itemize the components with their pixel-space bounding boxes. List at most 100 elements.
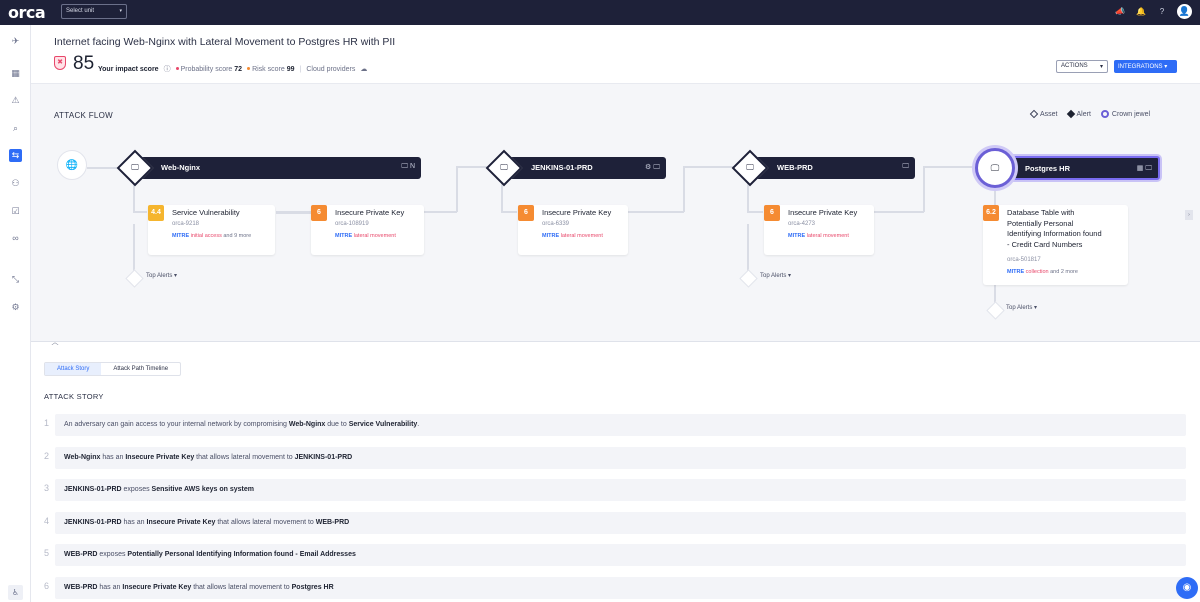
story-text: due to bbox=[325, 421, 349, 428]
story-text: that allows lateral movement to bbox=[191, 583, 292, 591]
asset-icons: ▦ 🖵 bbox=[1136, 165, 1152, 172]
monitor-icon: 🖵 bbox=[500, 163, 508, 172]
mitre-tag: MITRE bbox=[788, 233, 806, 239]
story-entity: Potentially Personal Identifying Informa… bbox=[127, 551, 356, 558]
unit-select[interactable]: Select unit ▾ bbox=[61, 4, 127, 19]
alert-id: orca-6339 bbox=[542, 221, 570, 227]
asset-diamond-icon bbox=[1029, 109, 1039, 119]
alert-tags: MITRE lateral movement bbox=[788, 233, 849, 239]
more-link[interactable]: and 2 more bbox=[1050, 269, 1078, 275]
story-text: exposes bbox=[97, 551, 128, 558]
alert-card[interactable]: 6.2 Database Table with Potentially Pers… bbox=[983, 205, 1128, 285]
story-step-number: 5 bbox=[44, 548, 50, 558]
top-alerts-dropdown[interactable]: Top Alerts ▾ bbox=[1006, 304, 1037, 311]
integrations-button[interactable]: INTEGRATIONS ▾ bbox=[1114, 60, 1177, 73]
legend-asset: Asset bbox=[1029, 109, 1058, 119]
story-entity: Insecure Private Key bbox=[125, 453, 195, 461]
top-alerts-dropdown[interactable]: Top Alerts ▾ bbox=[146, 272, 177, 279]
story-entity: JENKINS-01-PRD bbox=[64, 486, 122, 493]
connector bbox=[747, 211, 763, 213]
story-step-number: 1 bbox=[44, 418, 50, 428]
bell-icon[interactable]: 🔔 bbox=[1135, 7, 1147, 16]
asset-web-prd[interactable]: WEB-PRD 🖵 bbox=[747, 157, 915, 179]
asset-web-nginx[interactable]: Web-Nginx 🖵 N bbox=[131, 157, 421, 179]
probability-score: Probability score 72 bbox=[175, 66, 242, 73]
asset-icons: 🖵 bbox=[902, 163, 909, 170]
probability-dot bbox=[175, 67, 179, 71]
chevron-right-icon[interactable]: › bbox=[1185, 210, 1193, 220]
asset-name: JENKINS-01-PRD bbox=[531, 163, 593, 172]
mitre-tag: MITRE bbox=[172, 233, 190, 239]
megaphone-icon[interactable]: 📣 bbox=[1114, 7, 1126, 16]
score-row: Your impact score ⓘ Probability score 72… bbox=[98, 64, 367, 74]
risk-score: Risk score 99 bbox=[247, 66, 295, 73]
search-icon[interactable]: ⌕ bbox=[9, 122, 22, 135]
story-entity: WEB-PRD bbox=[64, 583, 98, 591]
alert-card[interactable]: 6 Insecure Private Key orca-6339 MITRE l… bbox=[518, 205, 628, 255]
asset-jenkins-01-prd[interactable]: JENKINS-01-PRD ⚙ 🖵 bbox=[501, 157, 666, 179]
graph-icon[interactable]: ⚇ bbox=[9, 177, 22, 190]
compliance-icon[interactable]: ☑ bbox=[9, 205, 22, 218]
user-icon[interactable]: 👤 bbox=[1177, 4, 1192, 19]
top-icons: 📣 🔔 ? 👤 bbox=[1114, 4, 1192, 19]
help-chat-icon[interactable]: ◉ bbox=[1176, 577, 1198, 599]
list-item: 4 JENKINS-01-PRD has an Insecure Private … bbox=[44, 511, 1186, 534]
connector bbox=[923, 166, 925, 212]
attack-flow: ATTACK FLOW Asset Alert Crown jewel 🌐 We… bbox=[31, 84, 1200, 342]
asset-postgres-hr[interactable]: Postgres HR ▦ 🖵 bbox=[993, 156, 1160, 180]
tactic-tag[interactable]: lateral movement bbox=[561, 233, 603, 239]
story-entity: Postgres HR bbox=[291, 583, 334, 591]
story-text: that allows lateral movement to bbox=[194, 453, 295, 461]
connector bbox=[133, 224, 135, 272]
connector bbox=[683, 166, 685, 212]
rocket-icon[interactable]: ✈ bbox=[9, 35, 22, 48]
tactic-tag[interactable]: collection bbox=[1026, 269, 1049, 275]
tactic-tag[interactable]: initial access bbox=[191, 233, 222, 239]
story-text: has an bbox=[121, 518, 147, 526]
list-item: 1 An adversary can gain access to your in… bbox=[44, 414, 1186, 436]
alert-icon[interactable]: ⚠ bbox=[9, 94, 22, 107]
attack-path-icon[interactable]: ⇆ bbox=[9, 149, 22, 162]
info-icon[interactable]: ⓘ bbox=[164, 64, 171, 74]
glasses-icon[interactable]: ∞ bbox=[9, 232, 22, 245]
list-item: 5 WEB-PRD exposes Potentially Personal Id… bbox=[44, 544, 1186, 566]
asset-icons: 🖵 N bbox=[401, 163, 415, 170]
tactic-tag[interactable]: lateral movement bbox=[807, 233, 849, 239]
tab-bar: Attack Story Attack Path Timeline bbox=[44, 362, 182, 376]
internet-globe-icon[interactable]: 🌐 bbox=[57, 150, 87, 180]
tab-attack-path-timeline[interactable]: Attack Path Timeline bbox=[101, 363, 180, 375]
help-icon[interactable]: ? bbox=[1156, 7, 1168, 16]
integrations-icon[interactable]: ⤡ bbox=[9, 273, 22, 286]
alert-card[interactable]: 6 Insecure Private Key orca-4273 MITRE l… bbox=[764, 205, 874, 255]
alert-tags: MITRE initial access and 9 more bbox=[172, 233, 251, 239]
chevron-up-icon[interactable]: ︿ bbox=[48, 337, 62, 347]
settings-icon[interactable]: ⚙ bbox=[9, 301, 22, 314]
impact-score: 85 bbox=[73, 53, 95, 74]
connector bbox=[456, 166, 458, 212]
accessibility-icon[interactable]: ♿ bbox=[8, 585, 23, 600]
tactic-tag[interactable]: lateral movement bbox=[354, 233, 396, 239]
flow-title: ATTACK FLOW bbox=[54, 111, 114, 120]
actions-button[interactable]: ACTIONS ▾ bbox=[1056, 60, 1108, 73]
alert-title: Service Vulnerability bbox=[172, 208, 240, 217]
dashboard-icon[interactable]: ▦ bbox=[9, 67, 22, 80]
story-entity: Insecure Private Key bbox=[122, 583, 192, 591]
alert-card[interactable]: 4.4 Service Vulnerability orca-9218 MITR… bbox=[148, 205, 275, 255]
connector bbox=[628, 211, 684, 213]
legend-crown: Crown jewel bbox=[1100, 110, 1150, 118]
alert-title-line: Database Table with bbox=[1007, 208, 1075, 217]
more-link[interactable]: and 9 more bbox=[223, 233, 251, 239]
alert-card[interactable]: 6 Insecure Private Key orca-108919 MITRE… bbox=[311, 205, 424, 255]
alert-title-line: - Credit Card Numbers bbox=[1007, 239, 1083, 249]
connector bbox=[683, 166, 738, 168]
shield-icon: ✖ bbox=[54, 56, 66, 70]
top-alerts-dropdown[interactable]: Top Alerts ▾ bbox=[760, 272, 791, 279]
legend-alert: Alert bbox=[1066, 109, 1091, 119]
risk-dot bbox=[247, 67, 251, 71]
alert-title: Insecure Private Key bbox=[542, 208, 612, 217]
chevron-down-icon: ▾ bbox=[1099, 64, 1103, 70]
orca-logo[interactable]: orca bbox=[8, 3, 46, 22]
monitor-icon: 🖵 bbox=[746, 163, 754, 172]
story-text: that allows lateral movement to bbox=[215, 518, 316, 526]
tab-attack-story[interactable]: Attack Story bbox=[45, 363, 102, 375]
